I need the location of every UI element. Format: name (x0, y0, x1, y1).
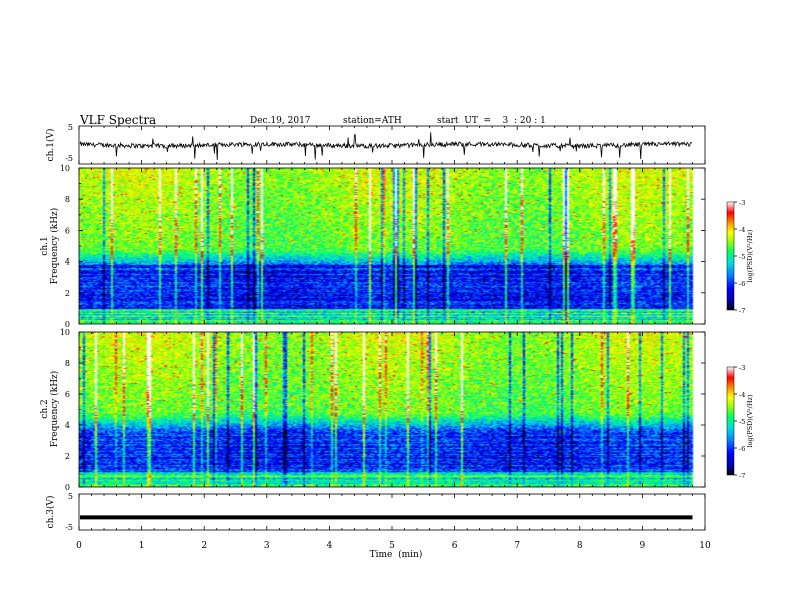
x-tick-label: 8 (577, 541, 583, 551)
colorbar-tick-label: -7 (739, 307, 745, 315)
ch1-waveform-ylabel: ch.1(V) (45, 129, 56, 162)
x-tick-label: 6 (452, 541, 458, 551)
ch2-colorbar (726, 366, 735, 476)
date-label: Dec.19, 2017 (250, 116, 311, 126)
ch1-waveform-line (79, 132, 693, 160)
ch2-spectrogram-panel: 0246810 ch.2 Frequency (kHz) -3-4-5-6-7 … (40, 328, 754, 492)
ch3-ytick-top: 5 (68, 492, 73, 501)
ch1-waveform-panel: 5 -5 ch.1(V) (45, 123, 706, 165)
x-tick-label: 3 (264, 541, 270, 551)
y-tick-label: 0 (65, 483, 70, 492)
colorbar-tick-label: -6 (739, 280, 745, 288)
x-tick-label: 1 (139, 541, 145, 551)
colorbar-tick-label: -5 (739, 418, 745, 426)
ch3-waveform-ylabel: ch.3(V) (45, 496, 56, 529)
ch1-spectrogram-panel: 0246810 ch.1 Frequency (kHz) -3-4-5-6-7 … (40, 164, 754, 329)
ch2-spectrogram-heatmap (79, 332, 705, 487)
station-label: station=ATH (343, 116, 402, 126)
y-tick-label: 6 (65, 390, 70, 399)
y-tick-label: 8 (65, 195, 70, 204)
figure-title: VLF Spectra (79, 113, 156, 127)
x-tick-label: 0 (76, 541, 82, 551)
x-axis-label: Time (min) (370, 549, 423, 560)
ch1-spectrogram-ylabel-channel: ch.1 (40, 236, 50, 255)
y-tick-label: 4 (65, 421, 70, 430)
vlf-spectra-figure: VLF Spectra Dec.19, 2017 station=ATH sta… (40, 113, 754, 560)
colorbar-tick-label: -4 (739, 226, 745, 234)
y-tick-label: 2 (65, 452, 70, 461)
start-ut-label: start UT = 3 : 20 : 1 (437, 116, 546, 126)
ch1-spectrogram-ylabel-frequency: Frequency (kHz) (49, 208, 60, 285)
ch3-ytick-bottom: -5 (65, 523, 73, 532)
y-tick-label: 8 (65, 359, 70, 368)
colorbar-tick-label: -5 (739, 253, 745, 261)
colorbar-tick-label: -7 (739, 472, 745, 480)
ch3-waveform-panel: 5 -5 ch.3(V) (45, 492, 706, 532)
x-tick-label: 9 (640, 541, 646, 551)
x-tick-label: 2 (201, 541, 207, 551)
ch1-ytick-bottom: -5 (65, 154, 73, 163)
ch1-colorbar (726, 201, 735, 311)
ch3-waveform-frame (78, 493, 706, 531)
colorbar-tick-label: -3 (739, 364, 745, 372)
y-tick-label: 10 (60, 328, 70, 337)
colorbar-tick-label: -3 (739, 199, 745, 207)
colorbar-tick-label: -4 (739, 391, 745, 399)
ch2-spectrogram-ylabel-frequency: Frequency (kHz) (49, 371, 60, 448)
x-tick-label: 10 (699, 541, 711, 551)
ch2-colorbar-label: log(PSD)(V²/Hz) (746, 394, 754, 447)
y-tick-label: 10 (60, 164, 70, 173)
x-tick-label: 7 (514, 541, 520, 551)
y-tick-label: 4 (65, 258, 70, 267)
x-tick-label: 4 (327, 541, 333, 551)
ch1-ytick-top: 5 (68, 123, 73, 132)
ch2-spectrogram-ylabel-channel: ch.2 (40, 399, 50, 418)
y-tick-label: 6 (65, 226, 70, 235)
ch1-colorbar-label: log(PSD)(V²/Hz) (746, 229, 754, 282)
y-tick-label: 2 (65, 289, 70, 298)
colorbar-tick-label: -6 (739, 445, 745, 453)
ch1-spectrogram-heatmap (79, 168, 705, 324)
